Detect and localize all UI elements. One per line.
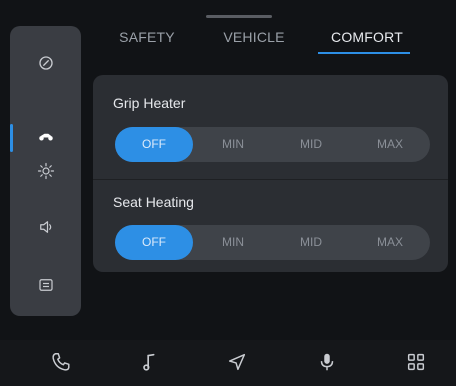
tab-safety[interactable]: SAFETY	[112, 26, 182, 54]
screen: SAFETY VEHICLE COMFORT Grip Heater OFF M…	[0, 0, 456, 386]
sidebar	[10, 26, 81, 316]
grip-heater-mid[interactable]: MID	[272, 127, 350, 162]
seat-heating-mid[interactable]: MID	[272, 225, 350, 260]
tab-comfort[interactable]: COMFORT	[322, 26, 412, 54]
seat-heating-title: Seat Heating	[113, 194, 194, 210]
microphone-icon	[316, 351, 338, 378]
motorcycle-icon	[37, 127, 55, 150]
drag-handle[interactable]	[206, 15, 272, 18]
seat-heating-max[interactable]: MAX	[351, 225, 429, 260]
message-icon	[37, 276, 55, 299]
music-button[interactable]	[138, 352, 162, 376]
tab-vehicle[interactable]: VEHICLE	[214, 26, 294, 54]
volume-icon	[37, 218, 55, 241]
navigation-icon	[226, 351, 248, 378]
apps-button[interactable]	[404, 352, 428, 376]
bottom-bar	[0, 340, 456, 386]
grip-heater-min[interactable]: MIN	[194, 127, 272, 162]
voice-button[interactable]	[315, 352, 339, 376]
seat-heating-min[interactable]: MIN	[194, 225, 272, 260]
phone-icon	[50, 351, 72, 378]
apps-grid-icon	[405, 351, 427, 378]
seat-heating-off[interactable]: OFF	[115, 225, 193, 260]
grip-heater-selector: OFF MIN MID MAX	[115, 127, 430, 162]
grip-heater-title: Grip Heater	[113, 95, 186, 111]
phone-button[interactable]	[49, 352, 73, 376]
brightness-icon	[37, 162, 55, 185]
grip-heater-max[interactable]: MAX	[351, 127, 429, 162]
navigation-button[interactable]	[225, 352, 249, 376]
sidebar-item-volume[interactable]	[10, 209, 81, 249]
seat-heating-selector: OFF MIN MID MAX	[115, 225, 430, 260]
music-note-icon	[139, 351, 161, 378]
section-divider	[93, 179, 448, 180]
speedometer-icon	[37, 54, 55, 77]
grip-heater-off[interactable]: OFF	[115, 127, 193, 162]
sidebar-item-motorcycle[interactable]	[10, 118, 81, 158]
sidebar-item-brightness[interactable]	[10, 153, 81, 193]
sidebar-item-message[interactable]	[10, 267, 81, 307]
tab-underline	[318, 52, 410, 54]
sidebar-item-speedometer[interactable]	[10, 45, 81, 85]
